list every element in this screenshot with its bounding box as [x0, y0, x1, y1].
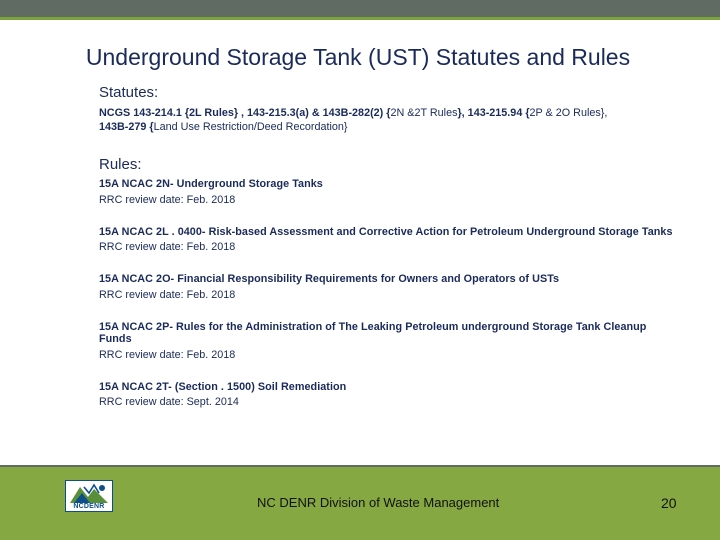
statutes-text-part: 2N &2T Rules	[390, 107, 458, 119]
rule-review-date: RRC review date: Feb. 2018	[99, 348, 236, 361]
top-bar	[0, 0, 720, 17]
rule-review-date: RRC review date: Feb. 2018	[99, 241, 236, 253]
rule-title: 15A NCAC 2L . 0400- Risk-based Assessmen…	[99, 225, 673, 238]
rule-review-date: RRC review date: Feb. 2018	[99, 193, 236, 206]
ncdenr-logo: NCDENR	[65, 480, 113, 512]
logo-text: NCDENR	[73, 503, 105, 510]
statutes-text: NCGS 143-214.1 {2L Rules} , 143-215.3(a)…	[99, 106, 679, 134]
statutes-text-part: 143B-279 {	[99, 121, 154, 133]
rule-review-date: RRC review date: Sept. 2014	[99, 396, 239, 408]
slide-title: Underground Storage Tank (UST) Statutes …	[85, 44, 631, 70]
rules-heading: Rules:	[99, 156, 142, 173]
rule-title: 15A NCAC 2T- (Section . 1500) Soil Remed…	[99, 380, 347, 393]
page-number: 20	[661, 495, 677, 511]
statutes-heading: Statutes:	[99, 84, 159, 101]
statutes-text-part: }	[343, 121, 348, 133]
ncdenr-logo-mark-icon	[70, 483, 108, 503]
statutes-text-part: 2P & 2O Rules	[529, 107, 601, 119]
rule-item-2p: 15A NCAC 2P- Rules for the Administratio…	[99, 321, 679, 363]
rule-title: 15A NCAC 2O- Financial Responsibility Re…	[99, 273, 560, 285]
rule-item-2l: 15A NCAC 2L . 0400- Risk-based Assessmen…	[99, 226, 679, 256]
top-accent-line	[0, 17, 720, 20]
rule-review-date: RRC review date: Feb. 2018	[99, 288, 236, 301]
rule-title: 15A NCAC 2N- Underground Storage Tanks	[99, 178, 323, 190]
statutes-text-part: NCGS 143-214.1 {2L Rules} , 143-215.3(a)…	[99, 107, 391, 119]
statutes-text-part: },	[600, 107, 608, 119]
statutes-text-part: }, 143-215.94 {	[457, 107, 530, 119]
statutes-text-part: Land Use Restriction/Deed Recordation	[153, 121, 344, 133]
rule-title: 15A NCAC 2P- Rules for the Administratio…	[99, 320, 647, 346]
rule-item-2n: 15A NCAC 2N- Underground Storage Tanks R…	[99, 178, 679, 208]
rule-item-2t: 15A NCAC 2T- (Section . 1500) Soil Remed…	[99, 381, 679, 411]
footer-organization: NC DENR Division of Waste Management	[257, 495, 500, 510]
slide-content: Statutes: NCGS 143-214.1 {2L Rules} , 14…	[99, 84, 679, 410]
rule-item-2o: 15A NCAC 2O- Financial Responsibility Re…	[99, 273, 679, 303]
